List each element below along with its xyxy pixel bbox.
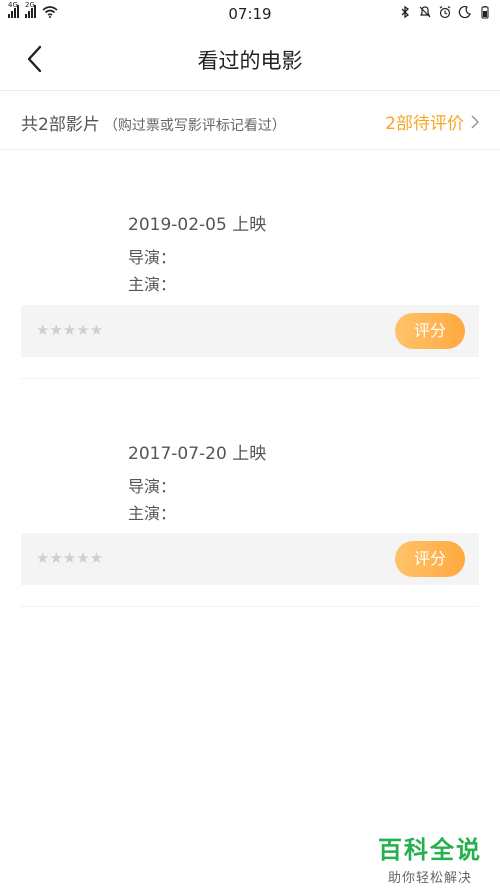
rate-button[interactable]: 评分 xyxy=(395,541,465,577)
watermark: 百科全说 助你轻松解决 xyxy=(378,830,482,886)
movie-count: 共2部影片 xyxy=(21,115,100,135)
summary-count: 共2部影片 （购过票或写影评标记看过） xyxy=(21,110,286,135)
rating-bar: ★★★★★ 评分 xyxy=(21,533,479,585)
movie-card[interactable]: 2019-02-05 上映 导演： 主演： ★★★★★ 评分 xyxy=(21,150,479,379)
director-label: 导演： xyxy=(128,477,177,496)
summary-row: 共2部影片 （购过票或写影评标记看过） 2部待评价 xyxy=(0,91,500,150)
actor-label: 主演： xyxy=(128,275,177,294)
watermark-subtitle: 助你轻松解决 xyxy=(387,871,472,886)
pending-review-link[interactable]: 2部待评价 xyxy=(385,109,480,134)
alarm-icon xyxy=(439,6,451,19)
release-date: 2017-07-20 上映 xyxy=(128,444,267,464)
nav-bar: 看过的电影 xyxy=(0,28,500,91)
status-bar: 4G 2G 07:19 xyxy=(0,0,500,28)
watermark-title: 百科全说 xyxy=(378,836,482,864)
summary-note: （购过票或写影评标记看过） xyxy=(103,118,286,134)
bell-off-icon xyxy=(419,6,431,18)
actor-label: 主演： xyxy=(128,504,177,523)
moon-icon xyxy=(458,5,471,19)
chevron-right-icon xyxy=(471,114,480,129)
rate-button[interactable]: 评分 xyxy=(395,313,465,349)
status-right xyxy=(398,5,492,19)
battery-icon xyxy=(481,6,489,19)
star-rating-icon[interactable]: ★★★★★ xyxy=(36,321,103,339)
star-rating-icon[interactable]: ★★★★★ xyxy=(36,549,103,567)
page-title: 看过的电影 xyxy=(197,49,303,73)
bluetooth-icon xyxy=(401,5,410,19)
pending-review-label: 2部待评价 xyxy=(385,114,464,134)
rating-bar: ★★★★★ 评分 xyxy=(21,305,479,357)
director-label: 导演： xyxy=(128,248,177,267)
movie-card[interactable]: 2017-07-20 上映 导演： 主演： ★★★★★ 评分 xyxy=(21,380,479,607)
release-date: 2019-02-05 上映 xyxy=(128,215,267,235)
